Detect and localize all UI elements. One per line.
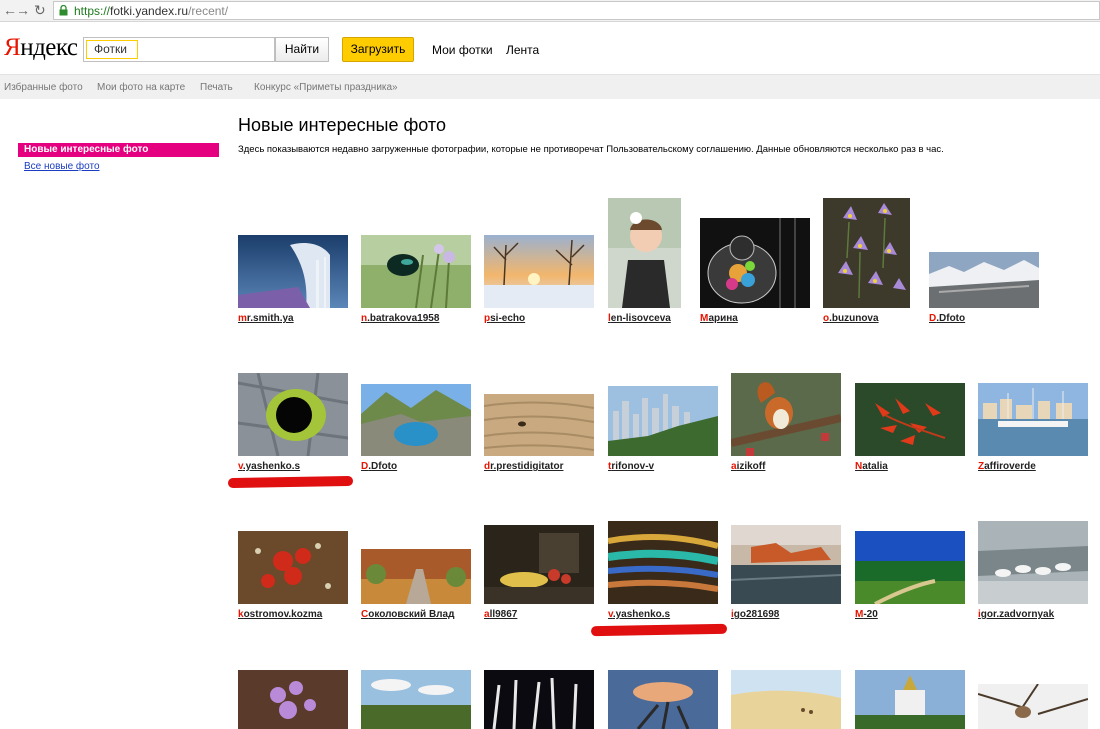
find-button[interactable]: Найти [275,37,329,62]
red-annotation-line [227,475,354,489]
photo-thumbnail[interactable] [929,252,1039,308]
page-description: Здесь показываются недавно загруженные ф… [238,144,944,155]
author-link[interactable]: Соколовский Влад [361,609,454,620]
photo-thumbnail[interactable] [238,670,348,729]
photo-thumbnail[interactable] [855,383,965,456]
yandex-logo[interactable]: Яндекс [4,34,78,62]
lock-icon [59,5,68,16]
author-link[interactable]: mr.smith.ya [238,313,294,324]
author-link[interactable]: dr.prestidigitator [484,461,563,472]
photo-thumbnail[interactable] [700,218,810,308]
author-link[interactable]: trifonov-v [608,461,654,472]
photo-thumbnail[interactable] [978,521,1088,604]
sidebar-item-all-new[interactable]: Все новые фото [24,161,100,172]
photo-thumbnail[interactable] [608,386,718,456]
photo-thumbnail[interactable] [484,394,594,456]
author-link[interactable]: Natalia [855,461,888,472]
photo-map-link[interactable]: Мои фото на карте [97,82,185,93]
back-arrow-icon[interactable]: ← [3,2,17,18]
photo-thumbnail[interactable] [238,531,348,604]
photo-thumbnail[interactable] [238,235,348,308]
photo-thumbnail[interactable] [361,670,471,729]
author-link[interactable]: kostromov.kozma [238,609,322,620]
author-link[interactable]: D.Dfoto [361,461,397,472]
upload-button[interactable]: Загрузить [342,37,414,62]
photo-thumbnail[interactable] [978,383,1088,456]
search-input[interactable] [144,40,269,59]
author-link[interactable]: Zaffiroverde [978,461,1036,472]
search-service-tag[interactable]: Фотки [86,40,138,59]
photo-thumbnail[interactable] [484,235,594,308]
photo-thumbnail[interactable] [361,549,471,604]
photo-thumbnail[interactable] [731,525,841,604]
photo-thumbnail[interactable] [823,198,910,308]
photo-thumbnail[interactable] [361,384,471,456]
author-link[interactable]: igor.zadvornyak [978,609,1054,620]
photo-thumbnail[interactable] [731,670,841,729]
author-link[interactable]: psi-echo [484,313,525,324]
photo-thumbnail[interactable] [484,670,594,729]
address-bar[interactable]: https://fotki.yandex.ru/recent/ [53,1,1100,20]
author-link[interactable]: n.batrakova1958 [361,313,439,324]
page-title: Новые интересные фото [238,115,446,135]
photo-thumbnail[interactable] [978,684,1088,729]
my-photos-link[interactable]: Мои фотки [432,43,493,57]
author-link[interactable]: Марина [700,313,738,324]
photo-thumbnail[interactable] [608,198,681,308]
photo-thumbnail[interactable] [608,521,718,604]
photo-thumbnail[interactable] [484,525,594,604]
photo-thumbnail[interactable] [855,531,965,604]
author-link[interactable]: v.yashenko.s [608,609,670,620]
sub-navigation: Избранные фото Мои фото на карте Печать … [0,74,1100,99]
author-link[interactable]: len-lisovceva [608,313,671,324]
author-link[interactable]: igo281698 [731,609,779,620]
photo-thumbnail[interactable] [608,670,718,729]
author-link[interactable]: o.buzunova [823,313,879,324]
feed-link[interactable]: Лента [506,43,539,57]
contest-link[interactable]: Конкурс «Приметы праздника» [254,82,398,93]
reload-icon[interactable]: ↻ [34,2,46,18]
photo-thumbnail[interactable] [855,670,965,729]
author-link[interactable]: aizikoff [731,461,765,472]
author-link[interactable]: D.Dfoto [929,313,965,324]
author-link[interactable]: v.yashenko.s [238,461,300,472]
photo-thumbnail[interactable] [731,373,841,456]
browser-toolbar: ← → ↻ https://fotki.yandex.ru/recent/ [0,0,1100,22]
forward-arrow-icon[interactable]: → [16,2,30,18]
sidebar-item-interesting[interactable]: Новые интересные фото [18,143,219,157]
url-text: https://fotki.yandex.ru/recent/ [74,4,229,18]
favorites-link[interactable]: Избранные фото [4,82,83,93]
photo-thumbnail[interactable] [361,235,471,308]
print-link[interactable]: Печать [200,82,233,93]
red-annotation-line [590,623,728,637]
photo-thumbnail[interactable] [238,373,348,456]
search-box: Фотки [83,37,275,62]
author-link[interactable]: all9867 [484,609,517,620]
author-link[interactable]: M-20 [855,609,878,620]
